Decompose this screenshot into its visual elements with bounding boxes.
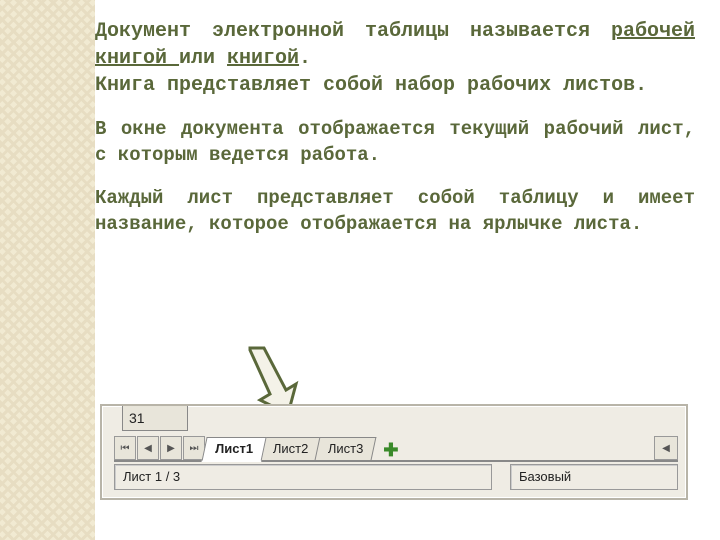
underline-text-2: книгой [227, 47, 299, 70]
decorative-sidebar [0, 0, 95, 540]
text: или [179, 47, 227, 70]
text: Документ электронной таблицы называется [95, 20, 611, 43]
next-sheet-button[interactable]: ▶ [160, 436, 182, 460]
add-sheet-button[interactable]: ✚ [381, 440, 401, 460]
text: . [299, 47, 311, 70]
text: Книга представляет собой набор рабочих л… [95, 74, 647, 97]
status-bar: Лист 1 / 3 Базовый [114, 464, 678, 490]
status-sheet-indicator: Лист 1 / 3 [114, 464, 492, 490]
slide-content: Документ электронной таблицы называется … [95, 18, 695, 256]
status-style-indicator: Базовый [510, 464, 678, 490]
row-header-cell: 31 [122, 406, 188, 431]
spreadsheet-tabs-screenshot: 31 ⏮ ◀ ▶ ⏭ Лист1 Лист2 Лист3 ✚ ◀ Лист 1 … [100, 404, 688, 500]
prev-sheet-button[interactable]: ◀ [137, 436, 159, 460]
sheet-tab-label: Лист1 [215, 438, 253, 460]
paragraph-1: Документ электронной таблицы называется … [95, 18, 695, 99]
sheet-tab-2[interactable]: Лист2 [260, 437, 322, 460]
sheet-tab-3[interactable]: Лист3 [315, 437, 377, 460]
sheet-tabs-bar: ⏮ ◀ ▶ ⏭ Лист1 Лист2 Лист3 ✚ ◀ [114, 432, 678, 462]
paragraph-3: Каждый лист представляет собой таблицу и… [95, 186, 695, 237]
sheet-tab-label: Лист2 [273, 438, 308, 460]
first-sheet-button[interactable]: ⏮ [114, 436, 136, 460]
paragraph-2: В окне документа отображается текущий ра… [95, 117, 695, 168]
sheet-tab-1[interactable]: Лист1 [201, 437, 266, 462]
hscroll-left-button[interactable]: ◀ [654, 436, 678, 460]
sheet-tab-label: Лист3 [328, 438, 363, 460]
